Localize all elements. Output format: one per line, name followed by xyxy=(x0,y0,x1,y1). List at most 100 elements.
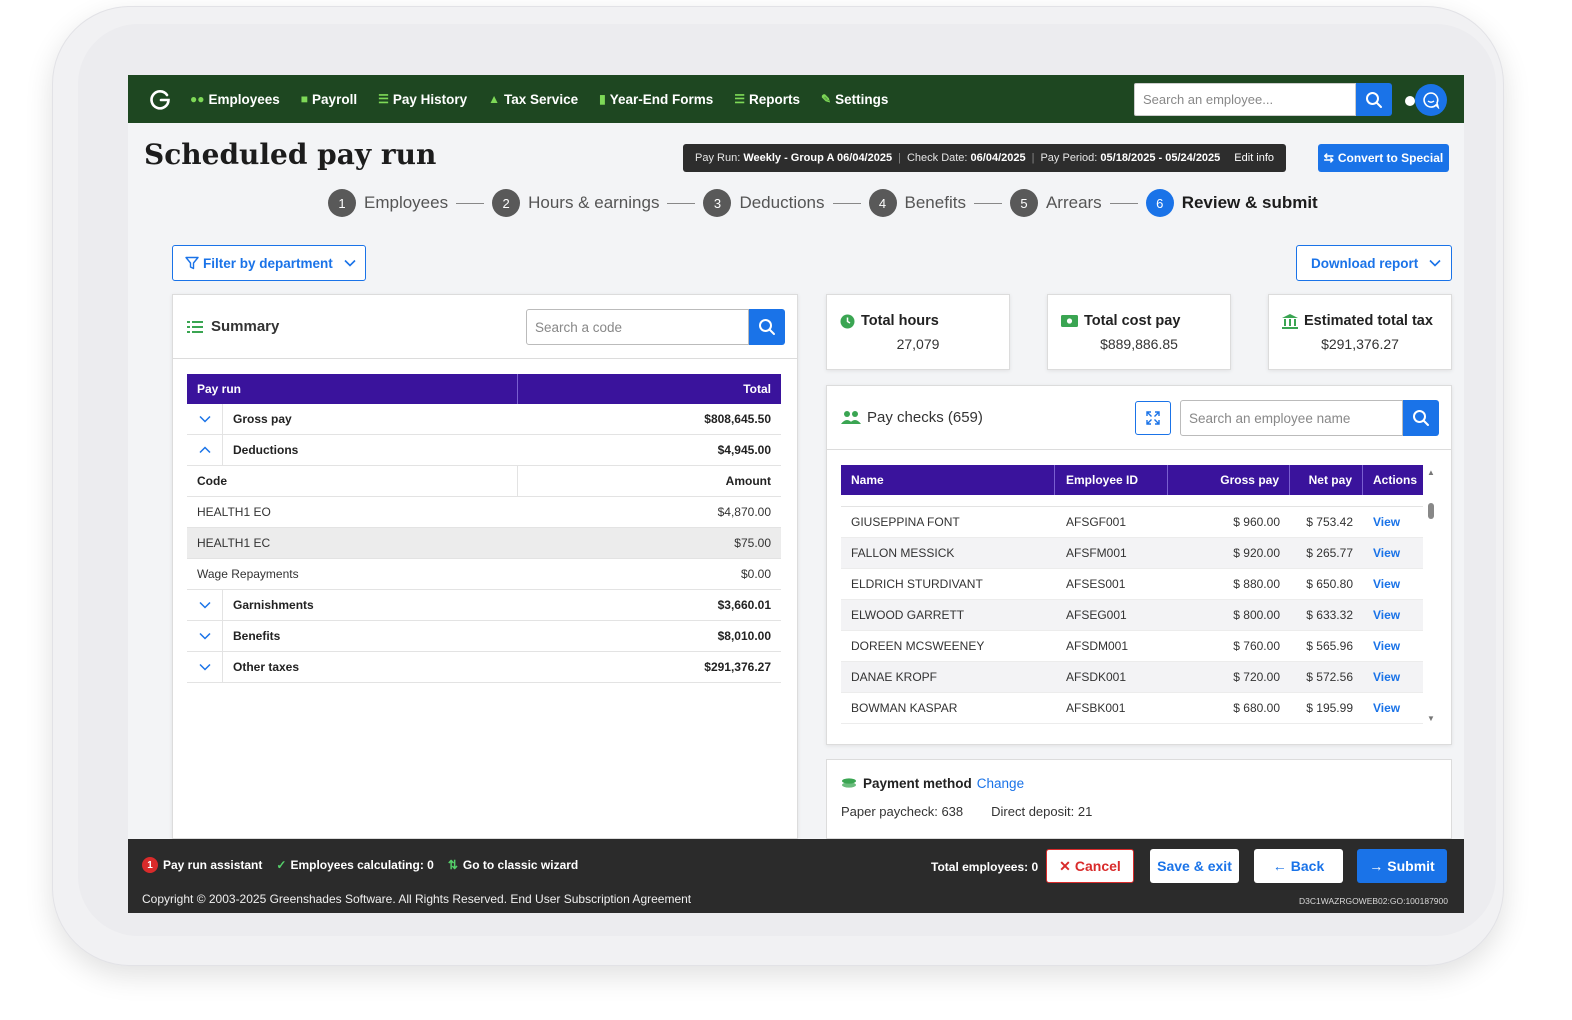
nav-year-end-forms[interactable]: ▮ Year-End Forms xyxy=(599,92,713,107)
step-arrears[interactable]: 5 Arrears xyxy=(1009,189,1102,217)
bank-icon: ▲ xyxy=(488,92,501,106)
nav-employees[interactable]: ●● Employees xyxy=(190,92,280,107)
footer-bar: 1 Pay run assistant ✓ Employees calculatin… xyxy=(128,839,1464,913)
total-cost-value: $889,886.85 xyxy=(1100,336,1178,352)
table-row: BOWMAN KASPAR AFSBK001 $ 680.00 $ 195.99… xyxy=(841,693,1423,724)
employee-search-input[interactable]: Search an employee... xyxy=(1134,83,1356,116)
employee-search-button[interactable] xyxy=(1356,83,1392,116)
page-title: Scheduled pay run xyxy=(144,138,437,171)
summary-row-benefits[interactable]: Benefits $8,010.00 xyxy=(187,621,781,652)
summary-row-other-taxes[interactable]: Other taxes $291,376.27 xyxy=(187,652,781,683)
expand-icon xyxy=(1146,411,1160,425)
chat-button[interactable] xyxy=(1415,84,1447,116)
estimated-tax-value: $291,376.27 xyxy=(1321,336,1399,352)
chat-icon xyxy=(1423,92,1440,109)
convert-to-special-button[interactable]: ⇆ Convert to Special xyxy=(1318,144,1449,172)
view-link[interactable]: View xyxy=(1363,577,1423,591)
submit-button[interactable]: → Submit xyxy=(1357,849,1447,883)
notification-badge: 1 xyxy=(142,857,158,873)
swap-icon: ⇆ xyxy=(1323,151,1334,165)
chevron-down-icon[interactable] xyxy=(187,621,223,651)
table-row: ELDRICH STURDIVANT AFSES001 $ 880.00 $ 6… xyxy=(841,569,1423,600)
coins-icon xyxy=(842,778,856,788)
scroll-thumb[interactable] xyxy=(1428,503,1434,519)
money-icon: ■ xyxy=(300,92,309,106)
download-report-button[interactable]: Download report xyxy=(1296,245,1452,281)
change-payment-link[interactable]: Change xyxy=(977,776,1024,791)
step-review-submit[interactable]: 6 Review & submit xyxy=(1145,189,1318,217)
classic-wizard-link[interactable]: ⇅ Go to classic wizard xyxy=(448,858,578,872)
chevron-down-icon xyxy=(1429,259,1441,267)
chevron-down-icon[interactable] xyxy=(187,590,223,620)
wrench-icon: ✎ xyxy=(821,92,832,106)
edit-info-link[interactable]: Edit info xyxy=(1234,152,1274,164)
build-id: D3C1WAZRGOWEB02:GO:100187900 xyxy=(1299,896,1448,906)
deductions-subheader: Code Amount xyxy=(187,466,781,497)
filter-by-department-button[interactable]: Filter by department xyxy=(172,245,366,281)
pay-checks-header: Pay checks (659) Search an employee name xyxy=(827,386,1451,450)
view-link[interactable]: View xyxy=(1363,670,1423,684)
view-link[interactable]: View xyxy=(1363,608,1423,622)
back-button[interactable]: ← Back xyxy=(1254,849,1343,883)
step-benefits[interactable]: 4 Benefits xyxy=(868,189,966,217)
swap-arrows-icon: ⇅ xyxy=(447,858,458,872)
table-row: DOREEN MCSWEENEY AFSDM001 $ 760.00 $ 565… xyxy=(841,631,1423,662)
code-search-input[interactable]: Search a code xyxy=(526,309,749,345)
search-icon xyxy=(1413,410,1429,426)
table-row: DANAE KROPF AFSDK001 $ 720.00 $ 572.56 V… xyxy=(841,662,1423,693)
copyright-text: Copyright © 2003-2025 Greenshades Softwa… xyxy=(142,892,692,906)
cancel-button[interactable]: ✕ Cancel xyxy=(1046,849,1134,883)
pay-checks-title: Pay checks (659) xyxy=(867,409,983,426)
chevron-down-icon[interactable] xyxy=(187,404,223,434)
people-icon xyxy=(841,411,861,424)
summary-header: Summary Search a code xyxy=(173,295,797,359)
code-search-button[interactable] xyxy=(749,309,785,345)
close-icon: ✕ xyxy=(1059,857,1071,874)
nav-payroll[interactable]: ■ Payroll xyxy=(301,92,357,107)
paper-paycheck-count: Paper paycheck: 638 xyxy=(841,804,964,819)
nav-tax-service[interactable]: ▲ Tax Service xyxy=(488,92,578,107)
table-scrollbar[interactable]: ▲ ▼ xyxy=(1427,468,1435,724)
deduction-row: Wage Repayments $0.00 xyxy=(187,559,781,590)
pay-run-assistant[interactable]: 1 Pay run assistant xyxy=(142,857,262,873)
step-deductions[interactable]: 3 Deductions xyxy=(703,189,825,217)
scroll-up-icon[interactable]: ▲ xyxy=(1427,468,1435,477)
list-icon: ☰ xyxy=(734,92,745,106)
save-exit-button[interactable]: Save & exit xyxy=(1150,849,1239,883)
view-link[interactable]: View xyxy=(1363,701,1423,715)
summary-row-garnishments[interactable]: Garnishments $3,660.01 xyxy=(187,590,781,621)
summary-row-deductions[interactable]: Deductions $4,945.00 xyxy=(187,435,781,466)
list-icon xyxy=(187,320,203,333)
pay-checks-table: Name Employee ID Gross pay Net pay Actio… xyxy=(841,465,1423,724)
view-link[interactable]: View xyxy=(1363,515,1423,529)
step-employees[interactable]: 1 Employees xyxy=(328,189,448,217)
bank-icon xyxy=(1282,313,1298,329)
status-dot xyxy=(1405,96,1415,106)
total-hours-card: Total hours 27,079 xyxy=(826,294,1010,370)
scroll-down-icon[interactable]: ▼ xyxy=(1427,714,1435,723)
summary-row-gross-pay[interactable]: Gross pay $808,645.50 xyxy=(187,404,781,435)
nav-pay-history[interactable]: ☰ Pay History xyxy=(378,92,467,107)
filter-icon xyxy=(185,256,199,270)
arrow-right-icon: → xyxy=(1369,858,1384,874)
greenshades-logo[interactable] xyxy=(148,87,172,111)
deduction-row: HEALTH1 EO $4,870.00 xyxy=(187,497,781,528)
employee-name-search-button[interactable] xyxy=(1403,400,1439,436)
chevron-down-icon xyxy=(344,259,356,267)
employee-name-search-input[interactable]: Search an employee name xyxy=(1180,400,1403,436)
nav-reports[interactable]: ☰ Reports xyxy=(734,92,800,107)
view-link[interactable]: View xyxy=(1363,546,1423,560)
search-icon xyxy=(759,319,775,335)
document-icon: ▮ xyxy=(599,92,606,106)
people-icon: ●● xyxy=(190,92,205,106)
expand-button[interactable] xyxy=(1135,401,1171,435)
chevron-down-icon[interactable] xyxy=(187,652,223,682)
pay-run-info-bar: Pay Run: Weekly - Group A 06/04/2025 | C… xyxy=(683,144,1287,172)
chevron-up-icon[interactable] xyxy=(187,435,223,465)
nav-settings[interactable]: ✎ Settings xyxy=(821,92,888,107)
estimated-tax-card: Estimated total tax $291,376.27 xyxy=(1268,294,1452,370)
app-screen: ●● Employees ■ Payroll ☰ Pay History ▲ Tax S… xyxy=(128,75,1464,913)
step-hours-earnings[interactable]: 2 Hours & earnings xyxy=(492,189,659,217)
total-hours-value: 27,079 xyxy=(896,336,940,352)
view-link[interactable]: View xyxy=(1363,639,1423,653)
